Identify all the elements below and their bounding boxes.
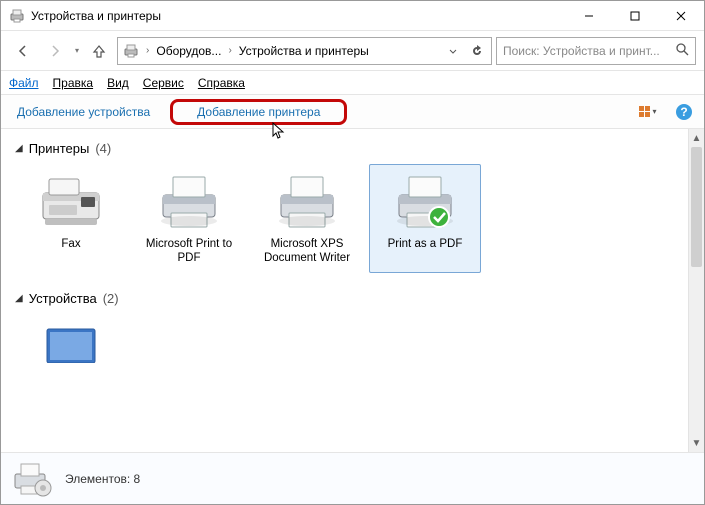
- recent-dropdown[interactable]: ▾: [73, 46, 81, 55]
- status-text: Элементов: 8: [65, 472, 140, 486]
- caret-down-icon: ◢: [15, 293, 23, 304]
- device-fax[interactable]: Fax: [15, 164, 127, 273]
- breadcrumb-hardware[interactable]: Оборудов...: [153, 42, 224, 60]
- device-ms-xps[interactable]: Microsoft XPS Document Writer: [251, 164, 363, 273]
- address-dropdown-button[interactable]: [443, 40, 463, 62]
- titlebar: Устройства и принтеры: [1, 1, 704, 31]
- device-ms-print-pdf[interactable]: Microsoft Print to PDF: [133, 164, 245, 273]
- printer-default-icon: [389, 171, 461, 231]
- status-devices-icon: [11, 458, 53, 500]
- vertical-scrollbar[interactable]: ▲ ▼: [688, 129, 704, 452]
- device-print-as-pdf[interactable]: Print as a PDF: [369, 164, 481, 273]
- printers-grid: Fax Microsoft Print to PDF: [15, 164, 674, 273]
- search-placeholder: Поиск: Устройства и принт...: [503, 44, 660, 58]
- device-label: Print as a PDF: [388, 237, 463, 251]
- device-label: Microsoft XPS Document Writer: [256, 237, 358, 266]
- device-label: Fax: [61, 237, 80, 251]
- navigation-bar: ▾ › Оборудов... › Устройства и принтеры …: [1, 31, 704, 71]
- up-button[interactable]: [85, 37, 113, 65]
- devices-printers-icon: [9, 8, 25, 24]
- scroll-thumb[interactable]: [691, 147, 702, 267]
- menu-view[interactable]: Вид: [107, 76, 129, 90]
- search-icon[interactable]: [675, 42, 689, 59]
- main-pane: ◢ Принтеры (4): [1, 129, 688, 452]
- menu-edit[interactable]: Правка: [53, 76, 94, 90]
- section-devices-label: Устройства: [29, 291, 97, 306]
- section-devices-header[interactable]: ◢ Устройства (2): [15, 291, 674, 306]
- address-bar[interactable]: › Оборудов... › Устройства и принтеры: [117, 37, 492, 65]
- maximize-button[interactable]: [612, 1, 658, 31]
- device-label: Microsoft Print to PDF: [138, 237, 240, 266]
- section-printers-header[interactable]: ◢ Принтеры (4): [15, 141, 674, 156]
- content-area: ◢ Принтеры (4): [1, 129, 704, 452]
- window-title: Устройства и принтеры: [31, 9, 566, 23]
- monitor-icon: [35, 321, 107, 364]
- section-printers-label: Принтеры: [29, 141, 90, 156]
- add-printer-label: Добавление принтера: [197, 105, 320, 119]
- printer-icon: [271, 171, 343, 231]
- search-box[interactable]: Поиск: Устройства и принт...: [496, 37, 696, 65]
- section-printers-count: (4): [95, 141, 111, 156]
- menu-file[interactable]: Файл: [9, 76, 39, 90]
- menu-service[interactable]: Сервис: [143, 76, 184, 90]
- scroll-down-button[interactable]: ▼: [689, 434, 704, 452]
- add-printer-button[interactable]: Добавление принтера: [170, 99, 347, 125]
- view-options-button[interactable]: ▾: [636, 100, 660, 124]
- close-button[interactable]: [658, 1, 704, 31]
- window: Устройства и принтеры ▾: [0, 0, 705, 505]
- fax-icon: [35, 171, 107, 231]
- status-bar: Элементов: 8: [1, 452, 704, 504]
- svg-text:?: ?: [680, 105, 687, 119]
- devices-printers-icon: [122, 42, 140, 60]
- menu-bar: Файл Правка Вид Сервис Справка: [1, 71, 704, 95]
- devices-grid: [15, 314, 674, 364]
- refresh-button[interactable]: [467, 40, 487, 62]
- caret-down-icon: ◢: [15, 143, 23, 154]
- menu-help[interactable]: Справка: [198, 76, 245, 90]
- breadcrumb-devices-printers[interactable]: Устройства и принтеры: [236, 42, 372, 60]
- add-device-button[interactable]: Добавление устройства: [9, 101, 158, 123]
- section-devices-count: (2): [103, 291, 119, 306]
- minimize-button[interactable]: [566, 1, 612, 31]
- device-monitor[interactable]: [15, 314, 127, 364]
- breadcrumb-sep-icon[interactable]: ›: [228, 45, 231, 56]
- printer-icon: [153, 171, 225, 231]
- scroll-track[interactable]: [689, 147, 704, 434]
- scroll-up-button[interactable]: ▲: [689, 129, 704, 147]
- breadcrumb-sep-icon[interactable]: ›: [146, 45, 149, 56]
- forward-button[interactable]: [41, 37, 69, 65]
- help-button[interactable]: ?: [672, 100, 696, 124]
- command-bar: Добавление устройства Добавление принтер…: [1, 95, 704, 129]
- back-button[interactable]: [9, 37, 37, 65]
- window-controls: [566, 1, 704, 31]
